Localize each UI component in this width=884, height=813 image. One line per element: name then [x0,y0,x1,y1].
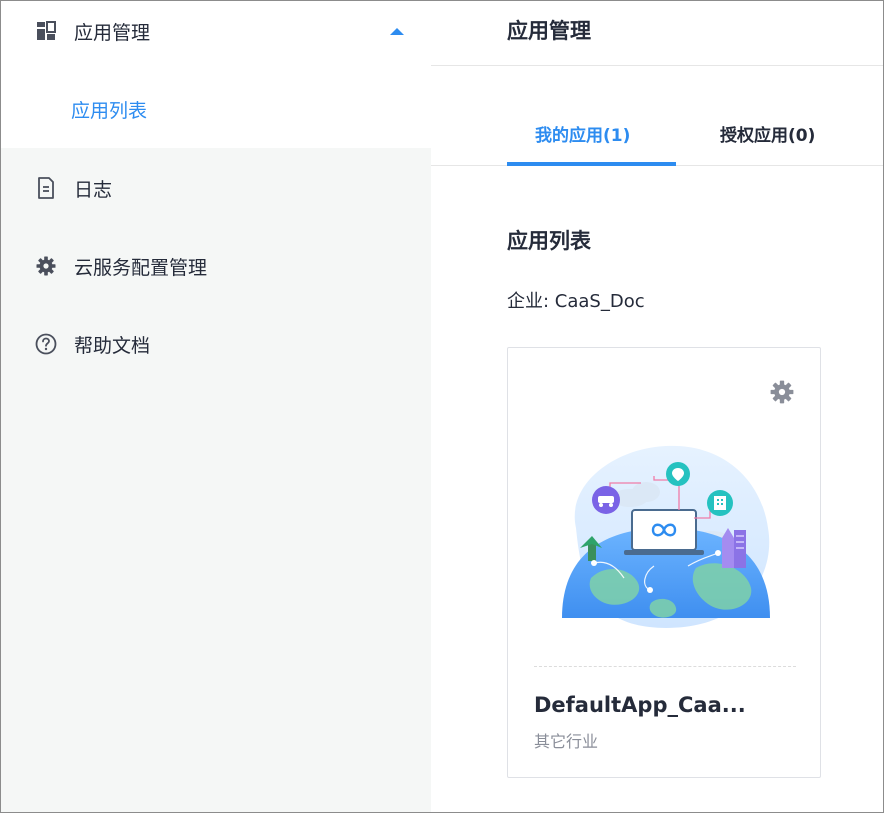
app-window: 应用管理 应用列表 日志 云服务配置管理 帮助文档 应用管理 我的应用(1) 授… [0,0,884,813]
active-tab-indicator [507,162,676,166]
help-icon [35,333,57,355]
sidebar-item-app-list[interactable]: 应用列表 [71,96,147,123]
app-card[interactable]: DefaultApp_Caa... 其它行业 [507,347,821,778]
sidebar-item-app-management[interactable]: 应用管理 [1,11,431,51]
menu-group-app-management: 应用管理 应用列表 [1,1,431,148]
app-illustration [562,445,770,628]
gear-icon [35,255,57,277]
sidebar-item-log[interactable]: 日志 [1,168,431,208]
enterprise-label: 企业: CaaS_Doc [507,291,645,312]
page-title: 应用管理 [507,19,591,43]
section-title: 应用列表 [507,229,591,253]
app-industry: 其它行业 [534,732,599,751]
tab-my-apps[interactable]: 我的应用(1) [535,121,630,146]
sidebar-item-label: 云服务配置管理 [74,256,208,279]
tab-authorized-apps[interactable]: 授权应用(0) [720,121,815,146]
sidebar-item-cloud-config[interactable]: 云服务配置管理 [1,246,431,286]
sidebar-item-label: 应用管理 [74,21,151,44]
sidebar-item-label: 日志 [74,178,113,201]
divider [431,65,883,66]
divider [534,666,796,667]
sidebar-item-help[interactable]: 帮助文档 [1,324,431,364]
main-content: 应用管理 我的应用(1) 授权应用(0) 应用列表 企业: CaaS_Doc D… [431,1,883,812]
app-name: DefaultApp_Caa... [534,693,746,717]
chevron-up-icon [390,27,404,35]
sidebar-item-label: 帮助文档 [74,334,151,357]
gear-icon[interactable] [770,380,794,404]
dashboard-icon [35,20,57,42]
sidebar: 应用管理 应用列表 日志 云服务配置管理 帮助文档 [1,1,431,812]
document-icon [35,177,57,199]
